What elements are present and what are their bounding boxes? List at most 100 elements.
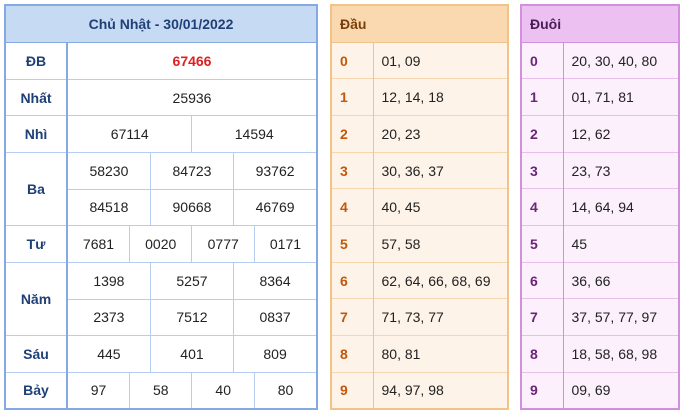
table-row: 3 30, 36, 37 [331, 151, 508, 189]
dau-values: 01, 09 [373, 41, 508, 79]
prize-value: 80 [253, 371, 318, 410]
prize-value: 67114 [66, 115, 193, 154]
prize-value: 0171 [253, 225, 318, 263]
duoi-values: 20, 30, 40, 80 [563, 41, 679, 79]
duoi-values: 12, 62 [563, 115, 679, 153]
prize-value: 7681 [66, 225, 130, 263]
duoi-header-blank [563, 5, 679, 43]
duoi-digit: 3 [521, 151, 564, 189]
prize-value: 7512 [149, 298, 235, 337]
prize-value: 58230 [66, 152, 151, 190]
dau-digit: 9 [331, 371, 374, 409]
dau-values: 57, 58 [373, 225, 508, 263]
prize-value: 0837 [233, 298, 318, 337]
results-table: Chủ Nhật - 30/01/2022 ĐB 67466 Nhất 2593… [4, 4, 318, 410]
duoi-digit: 4 [521, 188, 564, 226]
duoi-values: 14, 64, 94 [563, 188, 679, 226]
table-row: 4 40, 45 [331, 188, 508, 226]
table-row: ĐB 67466 [4, 42, 318, 80]
results-title: Chủ Nhật - 30/01/2022 [5, 5, 317, 44]
prize-value: 25936 [66, 78, 318, 117]
table-row: 2 20, 23 [331, 115, 508, 153]
duoi-values: 23, 73 [563, 151, 679, 189]
table-row: 0 01, 09 [331, 41, 508, 79]
dau-digit: 8 [331, 335, 374, 373]
prize-value: 8364 [233, 261, 318, 300]
duoi-values: 37, 57, 77, 97 [563, 298, 679, 336]
dau-header-blank [373, 5, 508, 43]
duoi-digit: 2 [521, 115, 564, 153]
table-row: 8 18, 58, 68, 98 [521, 335, 679, 373]
table-row: 4 14, 64, 94 [521, 188, 679, 226]
dau-digit: 2 [331, 115, 374, 153]
prize-value: 445 [66, 335, 151, 373]
dau-digit: 1 [331, 78, 374, 116]
prize-value: 0777 [191, 225, 255, 263]
dau-values: 62, 64, 66, 68, 69 [373, 261, 508, 299]
table-row: 7 37, 57, 77, 97 [521, 298, 679, 336]
prize-value: 93762 [233, 152, 318, 190]
prize-label: ĐB [4, 42, 68, 80]
duoi-header: Đuôi [521, 5, 563, 43]
table-row: Năm 1398 5257 8364 [4, 261, 318, 337]
table-row: 5 57, 58 [331, 225, 508, 263]
duoi-digit: 5 [521, 225, 564, 263]
prize-label: Ba [4, 152, 68, 227]
dau-values: 71, 73, 77 [373, 298, 508, 336]
prize-value: 14594 [191, 115, 318, 154]
duoi-values: 18, 58, 68, 98 [563, 335, 679, 373]
table-row: 8 80, 81 [331, 335, 508, 373]
prize-label: Nhất [4, 78, 68, 117]
dau-values: 30, 36, 37 [373, 151, 508, 189]
dau-table: Đầu 0 01, 09 1 12, 14, 18 2 20, 23 3 30, 36,… [330, 4, 509, 410]
table-row: Bảy 97 58 40 80 [4, 371, 318, 410]
table-row: Ba 58230 84723 93762 [4, 152, 318, 227]
prize-label: Nhì [4, 115, 68, 154]
prize-value: 46769 [233, 188, 318, 227]
prize-value: 1398 [66, 261, 151, 300]
duoi-digit: 7 [521, 298, 564, 336]
table-row: Nhất 25936 [4, 78, 318, 117]
dau-digit: 7 [331, 298, 374, 336]
table-row: 6 36, 66 [521, 261, 679, 299]
prize-value: 90668 [149, 188, 235, 227]
prize-value: 0020 [128, 225, 193, 263]
table-row: 9 09, 69 [521, 371, 679, 409]
table-row: 1 01, 71, 81 [521, 78, 679, 116]
prize-value: 84518 [66, 188, 151, 227]
prize-label: Năm [4, 261, 68, 337]
prize-label: Sáu [4, 335, 68, 373]
prize-value: 809 [233, 335, 318, 373]
special-prize-value: 67466 [66, 42, 318, 80]
dau-values: 12, 14, 18 [373, 78, 508, 116]
table-row: 2 12, 62 [521, 115, 679, 153]
duoi-digit: 1 [521, 78, 564, 116]
dau-digit: 4 [331, 188, 374, 226]
table-row: 5 45 [521, 225, 679, 263]
prize-label: Tư [4, 225, 68, 263]
prize-label: Bảy [4, 371, 68, 410]
duoi-values: 09, 69 [563, 371, 679, 409]
table-row: 3 23, 73 [521, 151, 679, 189]
table-row: Sáu 445 401 809 [4, 335, 318, 373]
prize-value: 401 [149, 335, 235, 373]
dau-header: Đầu [331, 5, 373, 43]
table-row: 0 20, 30, 40, 80 [521, 41, 679, 79]
prize-value: 2373 [66, 298, 151, 337]
prize-value: 58 [128, 371, 193, 410]
prize-value: 5257 [149, 261, 235, 300]
dau-values: 20, 23 [373, 115, 508, 153]
table-row: 9 94, 97, 98 [331, 371, 508, 409]
table-row: 6 62, 64, 66, 68, 69 [331, 261, 508, 299]
duoi-values: 01, 71, 81 [563, 78, 679, 116]
duoi-digit: 9 [521, 371, 564, 409]
table-row: Nhì 67114 14594 [4, 115, 318, 154]
duoi-digit: 8 [521, 335, 564, 373]
dau-values: 40, 45 [373, 188, 508, 226]
dau-digit: 6 [331, 261, 374, 299]
dau-digit: 3 [331, 151, 374, 189]
duoi-values: 36, 66 [563, 261, 679, 299]
table-row: Tư 7681 0020 0777 0171 [4, 225, 318, 263]
prize-value: 40 [191, 371, 255, 410]
prize-value: 97 [66, 371, 130, 410]
